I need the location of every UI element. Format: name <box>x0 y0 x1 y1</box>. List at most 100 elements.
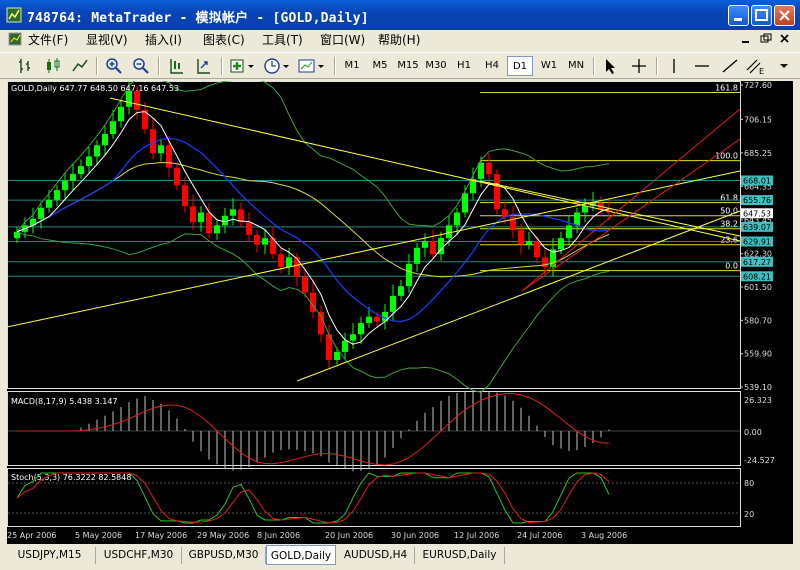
close-icon <box>779 10 790 21</box>
candle-body <box>358 323 364 335</box>
date-label: 8 Jun 2006 <box>257 531 300 540</box>
price-tag-label: 668.01 <box>743 176 771 185</box>
menu-bar: 文件(F) 显视(V) 插入(I) 图表(C) 工具(T) 窗口(W) 帮助(H… <box>0 30 800 48</box>
candle-body <box>246 222 252 235</box>
menu-tools[interactable]: 工具(T) <box>262 31 303 48</box>
candle-body <box>78 166 84 175</box>
toolbar-overflow-icon[interactable] <box>778 56 790 76</box>
macd-header: MACD(8,17,9) 5.438 3.147 <box>11 397 118 406</box>
candle-body <box>430 241 436 255</box>
tab-usdchf-m30[interactable]: USDCHF,M30 <box>96 547 182 564</box>
candle-body <box>150 129 156 154</box>
bar-chart-icon[interactable] <box>16 56 36 76</box>
candle-body <box>126 90 132 107</box>
date-label: 3 Aug 2006 <box>581 531 627 540</box>
minimize-button[interactable] <box>728 5 749 26</box>
mdi-restore-icon[interactable] <box>760 33 772 43</box>
mdi-close-icon[interactable] <box>780 34 789 43</box>
fib-level-label: 100.0 <box>715 152 738 161</box>
menu-help[interactable]: 帮助(H) <box>378 31 420 48</box>
timeframe-w1[interactable]: W1 <box>536 56 562 76</box>
menu-file[interactable]: 文件(F) <box>28 31 68 48</box>
candle-body <box>206 212 212 234</box>
menu-charts[interactable]: 图表(C) <box>203 31 245 48</box>
macd-scale-label: -24.527 <box>744 456 775 465</box>
timeframe-m1[interactable]: M1 <box>339 56 365 76</box>
candle-body <box>422 241 428 248</box>
maximize-button[interactable] <box>751 5 772 26</box>
date-label: 30 Jun 2006 <box>391 531 439 540</box>
timeframe-mn[interactable]: MN <box>563 56 589 76</box>
candle-body <box>54 190 60 200</box>
chart-tabs: USDJPY,M15 USDCHF,M30 GBPUSD,M30 GOLD,Da… <box>0 545 800 567</box>
candle-body <box>478 162 484 179</box>
candle-body <box>334 351 340 360</box>
candle-body <box>262 238 268 245</box>
menu-insert[interactable]: 插入(I) <box>145 31 182 48</box>
chart-shift-icon[interactable] <box>166 56 186 76</box>
stoch-scale-label: 20 <box>744 510 754 519</box>
candle-body <box>566 225 572 239</box>
price-tag-label: 647.53 <box>743 209 771 218</box>
tab-audusd-h4[interactable]: AUDUSD,H4 <box>337 547 415 564</box>
date-label: 20 Jun 2006 <box>325 531 373 540</box>
candle-body <box>398 286 404 296</box>
candle-body <box>214 225 220 234</box>
trendline-icon[interactable] <box>720 56 740 76</box>
indicators-icon[interactable] <box>229 56 259 76</box>
candle-body <box>222 215 228 226</box>
timeframe-h1[interactable]: H1 <box>451 56 477 76</box>
fib-level-label: 61.8 <box>720 194 738 203</box>
menu-window[interactable]: 窗口(W) <box>320 31 365 48</box>
channel-icon[interactable]: E <box>744 56 766 76</box>
zoom-out-icon[interactable] <box>131 56 151 76</box>
macd-scale-label: 26.323 <box>744 396 772 405</box>
close-button[interactable] <box>774 5 795 26</box>
price-label: 685.25 <box>744 149 772 158</box>
candle-body <box>86 156 92 167</box>
candle-body <box>390 295 396 312</box>
timeframe-m15[interactable]: M15 <box>395 56 421 76</box>
candle-body <box>518 230 524 245</box>
candle-body <box>230 209 236 216</box>
timeframe-d1[interactable]: D1 <box>507 56 533 76</box>
price-tag-label: 655.76 <box>743 196 771 205</box>
templates-icon[interactable] <box>297 56 329 76</box>
date-label: 5 May 2006 <box>75 531 122 540</box>
tab-gold-daily[interactable]: GOLD,Daily <box>266 545 336 565</box>
timeframe-m30[interactable]: M30 <box>423 56 449 76</box>
cursor-icon[interactable] <box>600 56 620 76</box>
bollinger-upper <box>16 81 610 233</box>
periods-icon[interactable] <box>263 56 293 76</box>
candle-body <box>454 212 460 226</box>
fib-level-label: 38.2 <box>720 220 738 229</box>
mdi-minimize-icon[interactable] <box>742 41 749 43</box>
candle-body <box>366 316 372 324</box>
chart-window[interactable]: 727.60 706.15 685.25 664.35 643.45 622.30 601.… <box>7 81 793 544</box>
timeframe-m5[interactable]: M5 <box>367 56 393 76</box>
crosshair-icon[interactable] <box>629 56 649 76</box>
candlestick-icon[interactable] <box>43 56 63 76</box>
tab-usdjpy-m15[interactable]: USDJPY,M15 <box>4 547 96 564</box>
moving-average-long <box>16 161 610 278</box>
metatrader-app-icon <box>6 7 22 23</box>
price-label: 580.70 <box>744 316 772 325</box>
stoch-header: Stoch(5,3,3) 76.3222 82.5848 <box>11 473 131 482</box>
tab-eurusd-daily[interactable]: EURUSD,Daily <box>415 547 505 564</box>
tab-gbpusd-m30[interactable]: GBPUSD,M30 <box>182 547 266 564</box>
timeframe-h4[interactable]: H4 <box>479 56 505 76</box>
vertical-line-icon[interactable] <box>664 56 684 76</box>
autoscroll-icon[interactable] <box>193 56 213 76</box>
line-chart-icon[interactable] <box>70 56 90 76</box>
horizontal-line-icon[interactable] <box>692 56 712 76</box>
candle-body <box>486 162 492 175</box>
menu-view[interactable]: 显视(V) <box>86 31 128 48</box>
candle-body <box>102 134 108 146</box>
fib-level-label: 161.8 <box>715 84 738 93</box>
price-label: 727.60 <box>744 81 772 90</box>
zoom-in-icon[interactable] <box>104 56 124 76</box>
candle-body <box>278 254 284 268</box>
candle-body <box>350 334 356 341</box>
chart-canvas[interactable]: 727.60706.15685.25664.35643.45622.30601.… <box>7 81 793 544</box>
candle-body <box>62 180 68 191</box>
